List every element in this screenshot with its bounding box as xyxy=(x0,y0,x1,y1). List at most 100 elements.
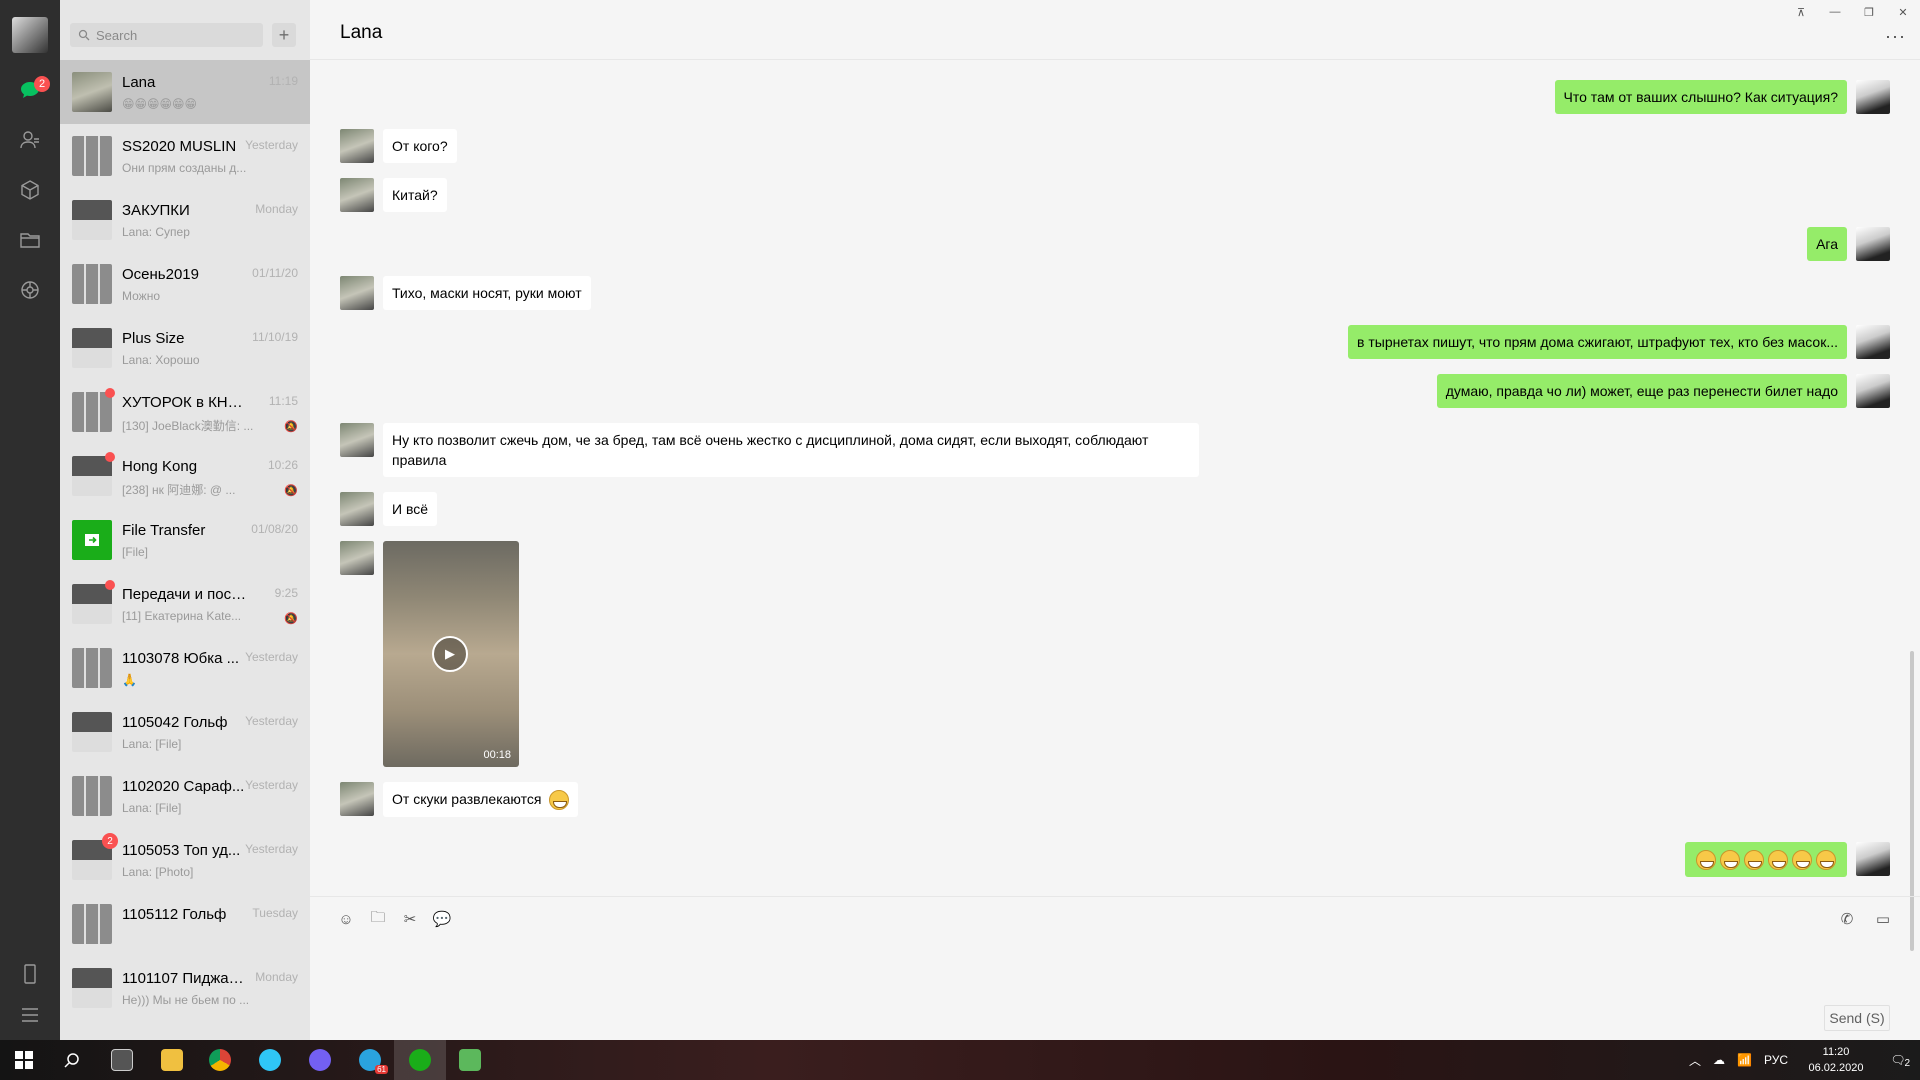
avatar xyxy=(340,782,374,816)
wechat-taskbar-icon[interactable] xyxy=(394,1040,446,1080)
grin-emoji-icon xyxy=(1696,850,1716,871)
chrome-icon[interactable] xyxy=(196,1040,244,1080)
minimize-button[interactable]: — xyxy=(1818,0,1852,24)
moments-icon[interactable] xyxy=(18,278,42,302)
chat-list-item[interactable]: 1101107 Пиджак... Monday Не))) Мы не бьем … xyxy=(60,956,310,1020)
my-avatar[interactable] xyxy=(12,17,48,53)
screenshot-icon[interactable]: ✂ xyxy=(400,909,420,929)
message-bubble[interactable]: От скуки развлекаются xyxy=(383,782,579,818)
chat-time: 9:25 xyxy=(274,586,298,600)
video-call-icon[interactable]: ▭ xyxy=(1872,909,1894,929)
clock-date: 06.02.2020 xyxy=(1808,1062,1864,1074)
viber-icon[interactable] xyxy=(296,1040,344,1080)
language-indicator[interactable]: РУС xyxy=(1764,1053,1788,1067)
contacts-icon[interactable] xyxy=(18,128,42,152)
message-bubble[interactable]: в тырнетах пишут, что прям дома сжигают,… xyxy=(1348,325,1847,359)
send-button[interactable]: Send (S) xyxy=(1824,1005,1890,1031)
video-duration: 00:18 xyxy=(483,749,511,761)
add-chat-button[interactable]: + xyxy=(272,23,296,47)
chat-list-item[interactable]: ЗАКУПКИ Monday Lana: Супер xyxy=(60,188,310,252)
file-explorer-icon[interactable] xyxy=(148,1040,196,1080)
grin-emoji-icon xyxy=(1768,850,1788,871)
message-bubble[interactable]: Ну кто позволит сжечь дом, че за бред, т… xyxy=(383,423,1199,477)
chat-list-item[interactable]: 1103078 Юбка ... Yesterday 🙏 xyxy=(60,636,310,700)
pin-icon[interactable]: ⊼ xyxy=(1784,0,1818,24)
chat-list-item[interactable]: 1105042 Гольф Yesterday Lana: [File] xyxy=(60,700,310,764)
phone-icon[interactable] xyxy=(18,962,42,986)
avatar xyxy=(1856,374,1890,408)
chat-list-item[interactable]: File Transfer 01/08/20 [File] xyxy=(60,508,310,572)
mute-icon: 🔕 xyxy=(284,613,298,625)
message-bubble[interactable]: думаю, правда чо ли) может, еще раз пере… xyxy=(1436,374,1847,408)
chat-time: 01/11/20 xyxy=(252,266,298,280)
grin-emoji-icon xyxy=(1816,850,1836,871)
chat-list-item[interactable]: Lana 11:19 😁😁😁😁😁😁 xyxy=(60,60,310,124)
chat-name: Hong Kong xyxy=(122,458,198,475)
wifi-icon[interactable]: 📶 xyxy=(1737,1053,1752,1067)
chat-preview: [238] нк 阿迪娜: @ ... xyxy=(122,483,236,497)
start-button[interactable] xyxy=(0,1040,48,1080)
onedrive-icon[interactable]: ☁ xyxy=(1713,1053,1725,1067)
maximize-button[interactable]: ❐ xyxy=(1852,0,1886,24)
close-button[interactable]: ✕ xyxy=(1886,0,1920,24)
grin-emoji-icon xyxy=(1744,850,1764,871)
mute-icon: 🔕 xyxy=(284,485,298,497)
chat-list-item[interactable]: 2 1105053 Топ уд... Yesterday Lana: [Photo] xyxy=(60,828,310,892)
input-area: ☺ 🗀 ✂ 💬 ✆ ▭ Send (S) xyxy=(310,896,1920,1040)
chat-time: Monday xyxy=(255,970,298,984)
search-input[interactable]: Search xyxy=(70,23,263,47)
emoji-icon[interactable]: ☺ xyxy=(336,909,356,929)
video-message[interactable]: ▶ 00:18 xyxy=(383,541,519,767)
chat-list-item[interactable]: SS2020 MUSLIN Yesterday Они прям созданы д… xyxy=(60,124,310,188)
emoji-message[interactable] xyxy=(1685,842,1847,878)
chat-name: ХУТОРОК в КНРua xyxy=(122,394,247,411)
chat-preview: Не))) Мы не бьем по ... xyxy=(122,993,250,1007)
play-icon[interactable]: ▶ xyxy=(432,636,468,672)
action-center-icon[interactable]: 🗨 2 xyxy=(1876,1053,1920,1069)
chat-name: Lana xyxy=(122,74,156,91)
chat-list-item[interactable]: Осень2019 01/11/20 Можно xyxy=(60,252,310,316)
chat-time: 01/08/20 xyxy=(251,522,298,536)
chat-list-item[interactable]: Hong Kong 10:26 [238] нк 阿迪娜: @ ... 🔕 xyxy=(60,444,310,508)
message-bubble[interactable]: Ага xyxy=(1807,227,1847,261)
folder-icon[interactable]: 🗀 xyxy=(368,909,388,929)
message-bubble[interactable]: Тихо, маски носят, руки моют xyxy=(383,276,591,310)
chat-preview: 😁😁😁😁😁😁 xyxy=(122,97,198,111)
message-bubble[interactable]: Что там от ваших слышно? Как ситуация? xyxy=(1554,80,1847,114)
clock[interactable]: 11:20 06.02.2020 xyxy=(1796,1044,1876,1076)
chat-list-item[interactable]: Plus Size 11/10/19 Lana: Хорошо xyxy=(60,316,310,380)
message-bubble[interactable]: Китай? xyxy=(383,178,447,212)
chat-list-item[interactable]: 1105112 Гольф Tuesday xyxy=(60,892,310,956)
message-bubble[interactable]: От кого? xyxy=(383,129,457,163)
taskbar-search-icon[interactable] xyxy=(48,1040,96,1080)
chat-list-item[interactable]: 1102020 Сараф... Yesterday Lana: [File] xyxy=(60,764,310,828)
voice-call-icon[interactable]: ✆ xyxy=(1836,909,1858,929)
mute-icon: 🔕 xyxy=(284,421,298,433)
chat-list: Search + Lana 11:19 😁😁😁😁😁😁 SS2020 MUSLIN Yes… xyxy=(60,0,310,1040)
chat-list-item[interactable]: Передачи и посылк... 9:25 [11] Екатерина K… xyxy=(60,572,310,636)
chat-preview: [File] xyxy=(122,545,149,559)
files-icon[interactable] xyxy=(18,228,42,252)
chat-time: 11:19 xyxy=(268,74,298,88)
bitrix24-icon[interactable] xyxy=(246,1040,294,1080)
avatar xyxy=(72,904,112,944)
chat-history-icon[interactable]: 💬 xyxy=(432,909,452,929)
taskbar: 61 ︿ ☁ 📶 РУС 11:20 06.02.2020 🗨 2 xyxy=(0,1040,1920,1080)
telegram-badge: 61 xyxy=(375,1065,388,1074)
excel-icon[interactable] xyxy=(446,1040,494,1080)
more-options-icon[interactable]: ··· xyxy=(1885,26,1906,47)
favorites-icon[interactable] xyxy=(18,178,42,202)
avatar xyxy=(72,200,112,240)
chat-name: SS2020 MUSLIN xyxy=(122,138,237,155)
telegram-icon[interactable]: 61 xyxy=(346,1040,394,1080)
chat-items: Lana 11:19 😁😁😁😁😁😁 SS2020 MUSLIN Yesterday Они… xyxy=(60,60,310,1020)
calculator-icon[interactable] xyxy=(98,1040,146,1080)
chat-preview: Lana: [Photo] xyxy=(122,865,194,879)
message-bubble[interactable]: И всё xyxy=(383,492,438,526)
unread-badge: 2 xyxy=(102,833,118,849)
menu-icon[interactable] xyxy=(18,1003,42,1027)
grin-emoji-icon xyxy=(549,790,570,811)
avatar xyxy=(72,648,112,688)
show-hidden-icons[interactable]: ︿ xyxy=(1689,1052,1701,1069)
chat-list-item[interactable]: ХУТОРОК в КНРua 11:15 [130] JoeBlack澳勤信: .… xyxy=(60,380,310,444)
